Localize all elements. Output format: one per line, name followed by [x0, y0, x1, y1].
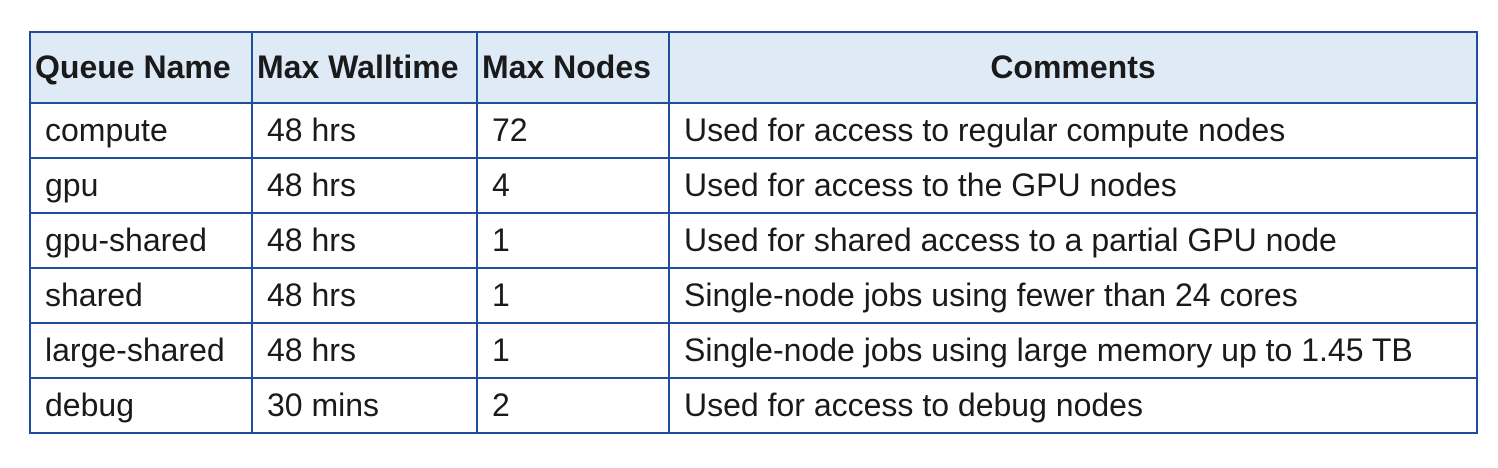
queue-name-cell: compute	[29, 102, 253, 159]
comments-cell: Used for shared access to a partial GPU …	[668, 212, 1478, 269]
queue-name-cell: shared	[29, 267, 253, 324]
queue-name-cell: debug	[29, 377, 253, 434]
table-row: shared 48 hrs 1 Single-node jobs using f…	[29, 267, 1478, 324]
header-row: Queue Name Max Walltime Max Nodes Commen…	[29, 31, 1478, 104]
max-walltime-cell: 48 hrs	[251, 157, 478, 214]
max-nodes-cell: 1	[476, 267, 670, 324]
table-row: compute 48 hrs 72 Used for access to reg…	[29, 102, 1478, 159]
max-nodes-cell: 2	[476, 377, 670, 434]
table-row: gpu-shared 48 hrs 1 Used for shared acce…	[29, 212, 1478, 269]
header-comments: Comments	[668, 31, 1478, 104]
queue-table: Queue Name Max Walltime Max Nodes Commen…	[29, 31, 1478, 434]
queue-name-cell: large-shared	[29, 322, 253, 379]
max-walltime-cell: 48 hrs	[251, 322, 478, 379]
table-header: Queue Name Max Walltime Max Nodes Commen…	[29, 31, 1478, 104]
max-walltime-cell: 48 hrs	[251, 212, 478, 269]
comments-cell: Used for access to the GPU nodes	[668, 157, 1478, 214]
table-row: large-shared 48 hrs 1 Single-node jobs u…	[29, 322, 1478, 379]
max-nodes-cell: 72	[476, 102, 670, 159]
header-max-walltime: Max Walltime	[251, 31, 478, 104]
max-walltime-cell: 48 hrs	[251, 267, 478, 324]
max-walltime-cell: 30 mins	[251, 377, 478, 434]
table-row: debug 30 mins 2 Used for access to debug…	[29, 377, 1478, 434]
table-row: gpu 48 hrs 4 Used for access to the GPU …	[29, 157, 1478, 214]
comments-cell: Used for access to debug nodes	[668, 377, 1478, 434]
header-queue-name: Queue Name	[29, 31, 253, 104]
max-nodes-cell: 1	[476, 212, 670, 269]
comments-cell: Single-node jobs using fewer than 24 cor…	[668, 267, 1478, 324]
queue-name-cell: gpu	[29, 157, 253, 214]
max-nodes-cell: 1	[476, 322, 670, 379]
table-body: compute 48 hrs 72 Used for access to reg…	[29, 102, 1478, 434]
max-walltime-cell: 48 hrs	[251, 102, 478, 159]
comments-cell: Used for access to regular compute nodes	[668, 102, 1478, 159]
header-max-nodes: Max Nodes	[476, 31, 670, 104]
max-nodes-cell: 4	[476, 157, 670, 214]
queue-name-cell: gpu-shared	[29, 212, 253, 269]
comments-cell: Single-node jobs using large memory up t…	[668, 322, 1478, 379]
